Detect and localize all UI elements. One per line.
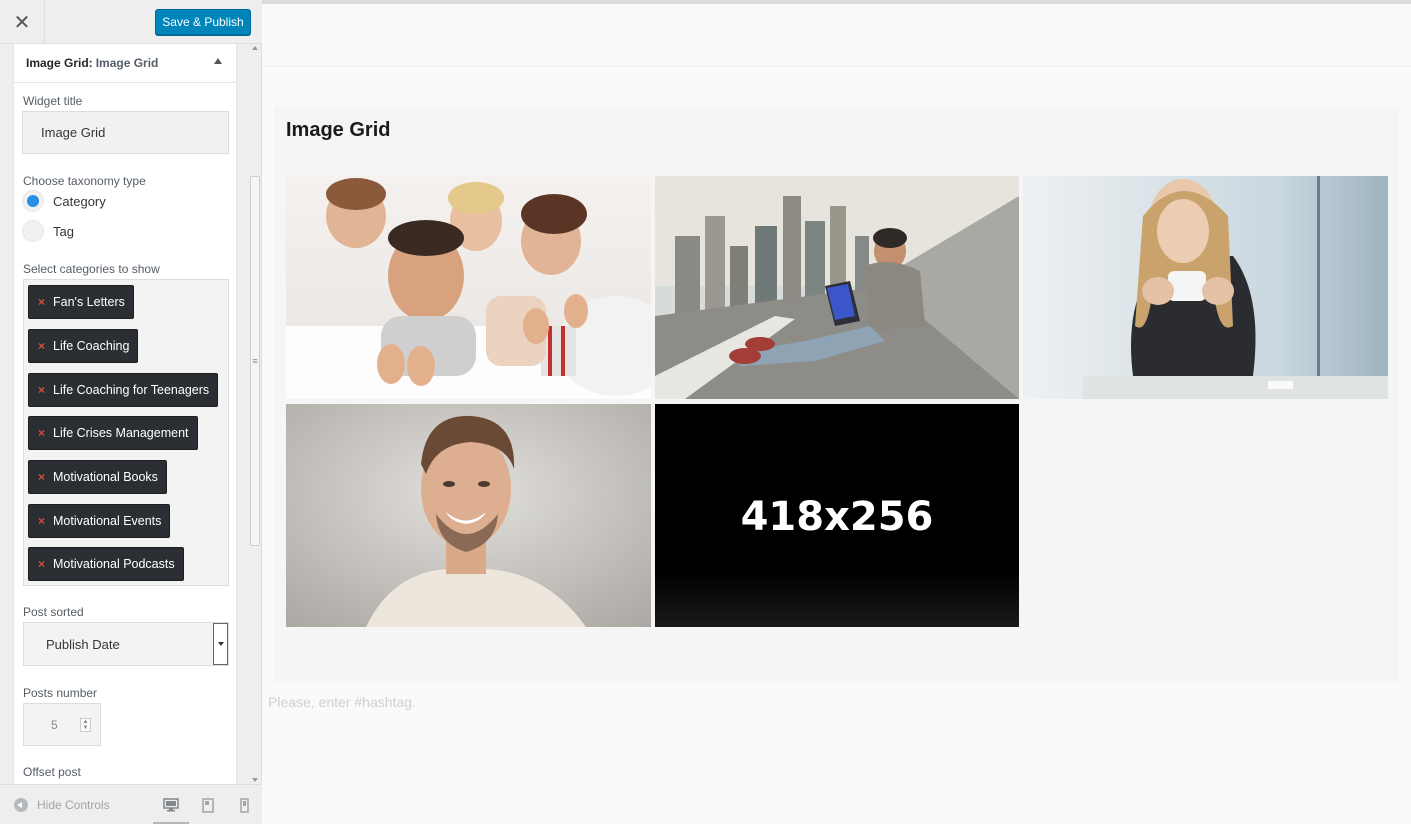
post-sorted-select[interactable]: Publish Date bbox=[23, 622, 229, 666]
hide-controls-button[interactable]: Hide Controls bbox=[14, 798, 110, 812]
close-button[interactable]: ✕ bbox=[0, 0, 45, 44]
category-tag-label: Motivational Events bbox=[53, 514, 162, 528]
category-tag: × Motivational Events bbox=[28, 504, 171, 538]
widget-title-label: Widget title bbox=[23, 94, 83, 108]
arrow-up-icon[interactable] bbox=[214, 58, 222, 64]
radio-unchecked-icon[interactable] bbox=[22, 220, 44, 242]
placeholder-image[interactable]: 418x256 bbox=[655, 404, 1019, 627]
category-tag: × Life Crises Management bbox=[28, 416, 198, 450]
remove-icon[interactable]: × bbox=[38, 339, 45, 353]
radio-category-label: Category bbox=[53, 193, 106, 209]
posts-number-value: 5 bbox=[51, 717, 58, 732]
categories-select[interactable]: × Fan's Letters × Life Coaching × Life C… bbox=[23, 279, 229, 586]
placeholder-illustration: 418x256 bbox=[655, 404, 1019, 627]
post-sorted-value: Publish Date bbox=[46, 636, 120, 652]
site-preview: Image Grid 418x256 Please, enter #hashta… bbox=[262, 0, 1411, 824]
widget-header-name: Image Grid bbox=[95, 56, 159, 70]
remove-icon[interactable]: × bbox=[38, 557, 45, 571]
mobile-icon[interactable] bbox=[234, 795, 254, 815]
hashtag-input[interactable]: Please, enter #hashtag. bbox=[268, 694, 416, 710]
image-grid-widget: Image Grid 418x256 bbox=[274, 107, 1399, 683]
radio-tag[interactable]: Tag bbox=[22, 220, 74, 242]
woman-coffee-illustration bbox=[1023, 176, 1388, 399]
scroll-up-icon[interactable] bbox=[252, 46, 258, 50]
remove-icon[interactable]: × bbox=[38, 383, 45, 397]
posts-number-label: Posts number bbox=[23, 686, 98, 700]
remove-icon[interactable]: × bbox=[38, 295, 45, 309]
man-laptop-photo[interactable] bbox=[655, 176, 1019, 399]
family-photo[interactable] bbox=[286, 176, 651, 399]
desktop-icon[interactable] bbox=[161, 795, 181, 815]
customizer-topbar: ✕ Save & Publish bbox=[0, 0, 262, 44]
widget-title-input[interactable]: Image Grid bbox=[22, 111, 229, 154]
placeholder-text: 418x256 bbox=[741, 494, 934, 540]
category-tag: × Motivational Books bbox=[28, 460, 167, 494]
category-tag-label: Life Coaching for Teenagers bbox=[53, 383, 210, 397]
category-tag: × Life Coaching bbox=[28, 329, 139, 363]
widget-header-prefix: Image Grid: bbox=[26, 56, 93, 70]
widget-header[interactable]: Image Grid: Image Grid bbox=[14, 44, 236, 83]
man-laptop-illustration bbox=[655, 176, 1019, 399]
smiling-man-photo[interactable] bbox=[286, 404, 651, 627]
offset-post-label: Offset post bbox=[23, 765, 81, 779]
scroll-thumb[interactable]: ≡ bbox=[250, 176, 260, 546]
family-photo-illustration bbox=[286, 176, 651, 399]
widget-title: Image Grid bbox=[286, 119, 391, 141]
preview-divider bbox=[262, 66, 1411, 67]
radio-tag-label: Tag bbox=[53, 223, 74, 239]
customizer-footer: Hide Controls bbox=[0, 784, 262, 824]
post-sorted-label: Post sorted bbox=[23, 605, 84, 619]
woman-coffee-photo[interactable] bbox=[1023, 176, 1388, 399]
radio-category[interactable]: Category bbox=[22, 190, 106, 212]
radio-checked-icon[interactable] bbox=[22, 190, 44, 212]
tablet-icon[interactable] bbox=[198, 795, 218, 815]
category-tag-label: Motivational Podcasts bbox=[53, 557, 175, 571]
category-tag-label: Life Coaching bbox=[53, 339, 130, 353]
spinner-icon[interactable]: ▲ ▼ bbox=[80, 718, 91, 732]
posts-number-input[interactable]: 5 ▲ ▼ bbox=[23, 703, 101, 746]
save-publish-button[interactable]: Save & Publish bbox=[155, 9, 251, 35]
widget-panel: Image Grid: Image Grid Widget title Imag… bbox=[13, 44, 237, 784]
preview-top-border bbox=[262, 0, 1411, 4]
category-tag-label: Life Crises Management bbox=[53, 426, 189, 440]
remove-icon[interactable]: × bbox=[38, 514, 45, 528]
category-tag-label: Motivational Books bbox=[53, 470, 158, 484]
category-tag: × Motivational Podcasts bbox=[28, 547, 184, 581]
sidebar-scrollbar[interactable]: ≡ bbox=[249, 44, 261, 784]
collapse-icon bbox=[14, 798, 28, 812]
smiling-man-illustration bbox=[286, 404, 651, 627]
categories-label: Select categories to show bbox=[23, 262, 160, 276]
remove-icon[interactable]: × bbox=[38, 470, 45, 484]
chevron-down-icon[interactable] bbox=[213, 623, 228, 665]
hide-controls-label: Hide Controls bbox=[37, 798, 110, 812]
remove-icon[interactable]: × bbox=[38, 426, 45, 440]
scroll-down-icon[interactable] bbox=[252, 778, 258, 782]
customizer-sidebar: ✕ Save & Publish Image Grid: Image Grid … bbox=[0, 0, 262, 824]
category-tag-label: Fan's Letters bbox=[53, 295, 125, 309]
close-icon: ✕ bbox=[13, 10, 31, 34]
category-tag: × Life Coaching for Teenagers bbox=[28, 373, 219, 407]
taxonomy-label: Choose taxonomy type bbox=[23, 174, 146, 188]
category-tag: × Fan's Letters bbox=[28, 285, 134, 319]
